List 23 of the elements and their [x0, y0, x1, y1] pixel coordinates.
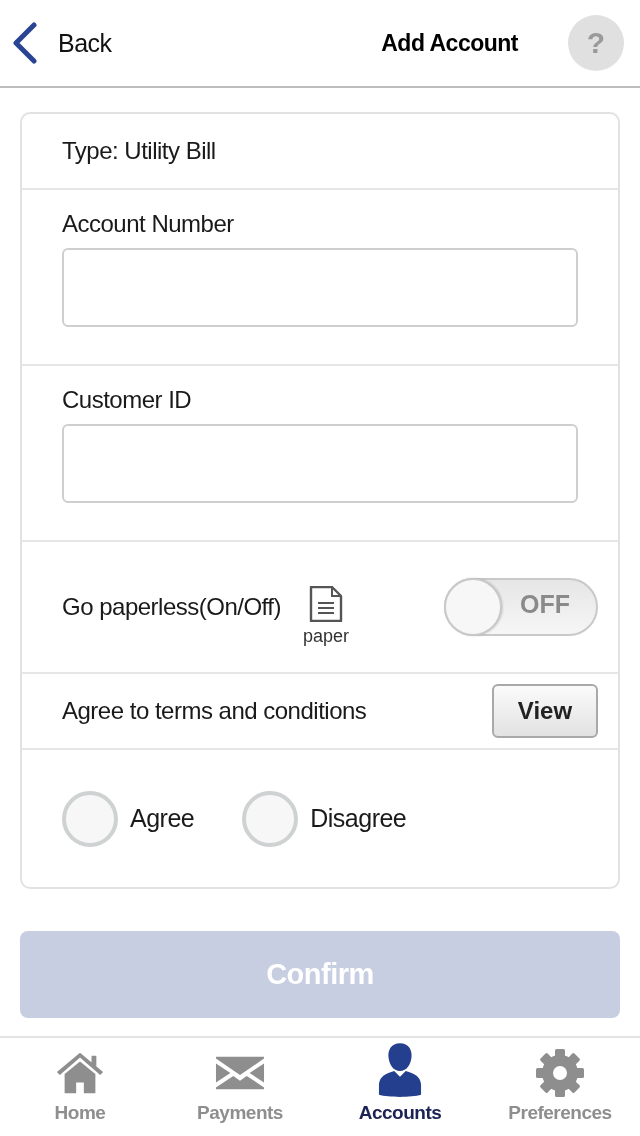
page-title: Add Account: [381, 29, 518, 57]
input-field[interactable]: [62, 248, 578, 327]
terms-label: Agree to terms and conditions: [62, 697, 367, 725]
help-button[interactable]: ?: [568, 15, 624, 71]
chevron-icon: [12, 22, 38, 64]
document-caption: paper: [303, 625, 350, 647]
tab-bar-item[interactable]: Payments: [160, 1038, 320, 1136]
back-button[interactable]: Back: [12, 22, 112, 64]
view-button[interactable]: View: [492, 684, 598, 738]
tab-bar-item[interactable]: Accounts: [320, 1038, 480, 1136]
gear-icon: [535, 1048, 585, 1098]
toggle-switch[interactable]: OFF: [444, 578, 598, 636]
account-type-label: Type: Utility Bill: [62, 137, 216, 165]
field-label: Account Number: [62, 210, 234, 238]
radio-label[interactable]: Disagree: [310, 804, 407, 833]
field-label: Customer ID: [62, 386, 192, 414]
radio-label[interactable]: Agree: [130, 804, 195, 833]
tab-bar-item[interactable]: Preferences: [480, 1038, 640, 1136]
person-icon: [378, 1042, 422, 1098]
tab-bar-item[interactable]: Home: [0, 1038, 160, 1136]
document-icon: [309, 585, 343, 622]
input-field[interactable]: [62, 424, 578, 503]
paperless-label: Go paperless(On/Off): [62, 593, 281, 621]
